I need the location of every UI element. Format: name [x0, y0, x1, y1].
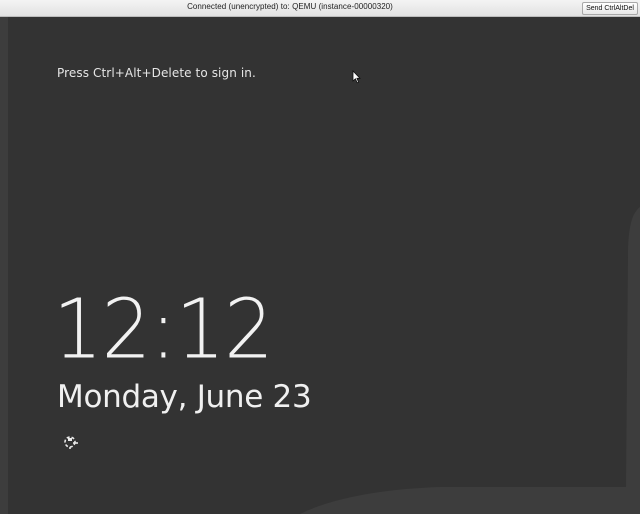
lock-screen-background [0, 17, 640, 514]
remote-screen[interactable]: Press Ctrl+Alt+Delete to sign in. 12:12 … [0, 17, 640, 514]
mouse-pointer-icon [352, 70, 361, 84]
connection-status: Connected (unencrypted) to: QEMU (instan… [187, 2, 393, 11]
sign-in-prompt: Press Ctrl+Alt+Delete to sign in. [57, 66, 256, 80]
clock-date: Monday, June 23 [57, 379, 312, 415]
network-icon[interactable] [62, 433, 80, 451]
clock-time: 12:12 [53, 282, 274, 378]
send-ctrl-alt-del-button[interactable]: Send CtrlAltDel [582, 2, 638, 15]
vnc-toolbar: Connected (unencrypted) to: QEMU (instan… [0, 0, 640, 17]
